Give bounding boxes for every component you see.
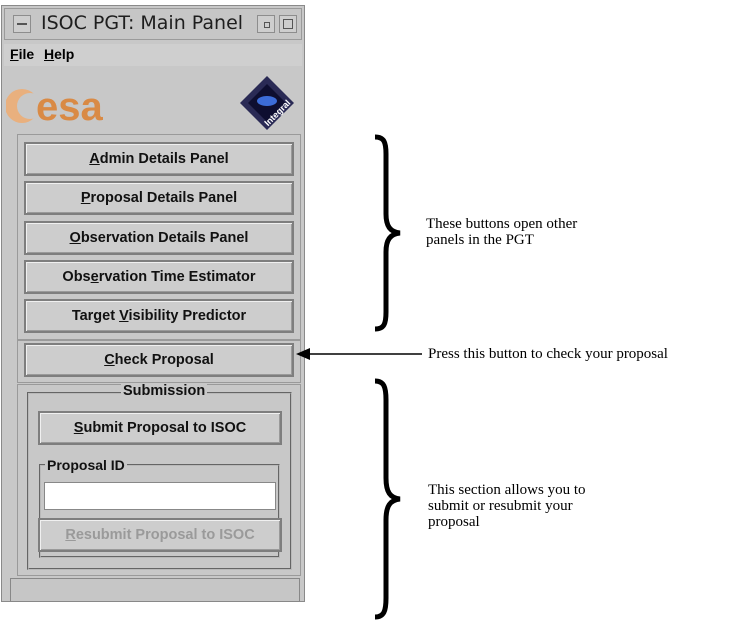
window-menu-icon[interactable]	[13, 15, 31, 33]
integral-badge-icon: Integral	[238, 74, 296, 132]
proposal-id-input[interactable]	[44, 482, 276, 510]
minimize-icon[interactable]	[257, 15, 275, 33]
check-proposal-button[interactable]: Check Proposal	[24, 343, 294, 377]
check-arrow	[296, 348, 422, 360]
observation-details-button[interactable]: Observation Details Panel	[24, 221, 294, 255]
status-bar	[10, 578, 300, 602]
submit-proposal-button[interactable]: Submit Proposal to ISOC	[38, 411, 282, 445]
submission-note: This section allows you to submit or res…	[428, 482, 586, 530]
esa-logo: esa	[5, 82, 126, 132]
main-panel-window: ISOC PGT: Main Panel File Help esa Integ…	[1, 5, 305, 602]
maximize-icon[interactable]	[279, 15, 297, 33]
admin-details-button[interactable]: Admin Details Panel	[24, 142, 294, 176]
check-note: Press this button to check your proposal	[428, 346, 668, 362]
window-title: ISOC PGT: Main Panel	[41, 12, 244, 34]
menu-help[interactable]: Help	[44, 46, 74, 62]
proposal-details-button[interactable]: Proposal Details Panel	[24, 181, 294, 215]
submission-legend: Submission	[121, 383, 208, 399]
proposal-id-label: Proposal ID	[45, 457, 127, 473]
observation-time-estimator-button[interactable]: Observation Time Estimator	[24, 260, 294, 294]
title-bar[interactable]: ISOC PGT: Main Panel	[4, 8, 302, 40]
panels-note: These buttons open other panels in the P…	[426, 216, 578, 248]
brace-submission	[374, 378, 401, 620]
menu-bar: File Help	[4, 44, 302, 66]
brace-panels	[374, 134, 401, 332]
resubmit-proposal-button: Resubmit Proposal to ISOC	[38, 518, 282, 552]
svg-text:esa: esa	[36, 85, 103, 129]
target-visibility-predictor-button[interactable]: Target Visibility Predictor	[24, 299, 294, 333]
menu-file[interactable]: File	[10, 46, 34, 62]
